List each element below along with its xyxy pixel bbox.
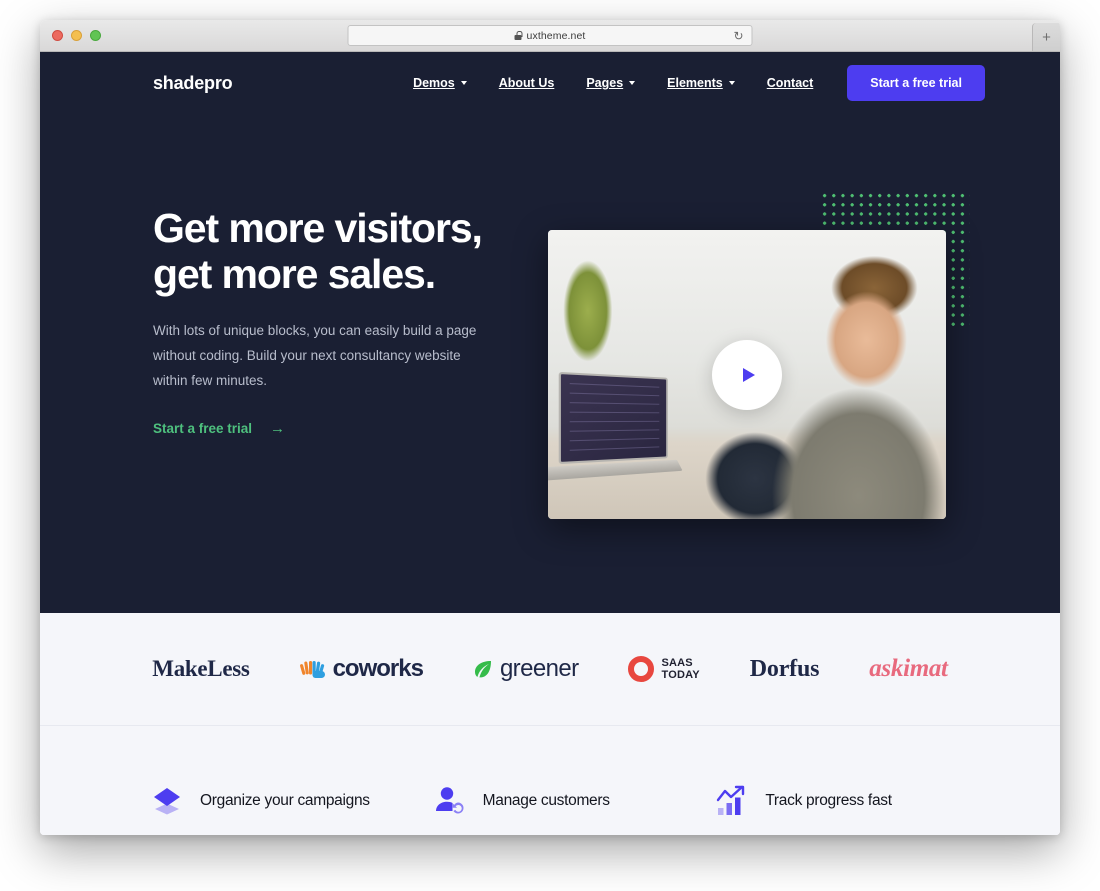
site-navbar: shadepro Demos About Us Pages Elements C… xyxy=(40,52,1060,114)
nav-item-label: Demos xyxy=(413,76,455,90)
feature-text: With lots of unique blocks, you can easi… xyxy=(200,834,385,835)
logo-greener: greener xyxy=(473,655,579,683)
feature-header: Manage customers xyxy=(433,784,668,818)
logo-label: Dorfus xyxy=(749,655,820,682)
zoom-button[interactable] xyxy=(90,30,101,41)
feature-header: Organize your campaigns xyxy=(150,784,385,818)
ring-icon xyxy=(628,656,655,682)
page-title: Get more visitors, get more sales. xyxy=(153,205,483,297)
logo-label: greener xyxy=(499,655,579,682)
nav-item-label: Pages xyxy=(586,76,624,90)
logo-coworks: coworks xyxy=(299,655,424,683)
logo-label-line2: TODAY xyxy=(661,669,700,681)
nav-links: Demos About Us Pages Elements Contact St… xyxy=(397,65,1060,101)
brand-logo[interactable]: shadepro xyxy=(153,73,233,94)
hero-media xyxy=(548,191,970,519)
hero-video-thumbnail[interactable] xyxy=(548,230,946,519)
feature-card-manage-customers: Manage customers With lots of unique blo… xyxy=(433,784,668,835)
new-tab-button[interactable]: + xyxy=(1032,23,1060,51)
feature-title: Manage customers xyxy=(482,792,610,809)
hero-start-free-trial-link[interactable]: Start a free trial → xyxy=(153,421,285,436)
logo-label: coworks xyxy=(332,655,424,682)
hero-link-label: Start a free trial xyxy=(153,420,253,436)
browser-chrome-bar: uxtheme.net ↻ + xyxy=(40,20,1060,52)
feature-title: Track progress fast xyxy=(765,792,892,809)
hero-subtext: With lots of unique blocks, you can easi… xyxy=(153,322,477,388)
nav-item-label: Contact xyxy=(766,76,814,90)
reload-icon[interactable]: ↻ xyxy=(733,30,743,43)
nav-item-contact[interactable]: Contact xyxy=(751,76,830,90)
close-button[interactable] xyxy=(52,30,63,41)
layers-diamond-icon xyxy=(154,788,180,815)
logo-label: askimat xyxy=(869,655,948,682)
laptop-illustration xyxy=(558,371,668,465)
hero-text-column: Get more visitors, get more sales. With … xyxy=(153,192,533,438)
feature-card-organize-campaigns: Organize your campaigns With lots of uni… xyxy=(150,784,385,835)
feature-header: Track progress fast xyxy=(715,784,950,818)
user-refresh-icon xyxy=(435,787,464,814)
logo-askimat: askimat xyxy=(869,655,948,683)
logo-saas-today: SAAS TODAY xyxy=(628,656,700,682)
hero-section: shadepro Demos About Us Pages Elements C… xyxy=(40,52,1060,613)
nav-item-label: Elements xyxy=(667,76,723,90)
chevron-down-icon xyxy=(728,81,735,85)
feature-text: With lots of unique blocks, you can easi… xyxy=(765,834,950,835)
lock-icon xyxy=(514,31,523,40)
page-viewport: shadepro Demos About Us Pages Elements C… xyxy=(40,52,1060,835)
browser-window: uxtheme.net ↻ + shadepro Demos About Us xyxy=(40,20,1060,835)
logo-dorfus: Dorfus xyxy=(749,655,820,683)
nav-item-elements[interactable]: Elements xyxy=(651,76,751,90)
window-controls xyxy=(52,30,101,41)
logo-makeless: MakeLess xyxy=(152,656,250,682)
logo-label-line1: SAAS xyxy=(661,656,693,669)
minimize-button[interactable] xyxy=(71,30,82,41)
chevron-down-icon xyxy=(460,81,467,85)
start-free-trial-button[interactable]: Start a free trial xyxy=(847,65,985,101)
logo-label: SAAS TODAY xyxy=(661,657,699,682)
url-text: uxtheme.net xyxy=(526,29,586,42)
nav-item-demos[interactable]: Demos xyxy=(397,76,483,90)
nav-item-pages[interactable]: Pages xyxy=(570,76,651,90)
feature-text: With lots of unique blocks, you can easi… xyxy=(483,834,668,835)
growth-chart-icon xyxy=(717,785,745,815)
play-button[interactable] xyxy=(712,339,782,410)
logo-label: MakeLess xyxy=(152,656,250,681)
feature-title: Organize your campaigns xyxy=(200,792,370,809)
arrow-right-icon: → xyxy=(270,419,286,437)
address-bar[interactable]: uxtheme.net ↻ xyxy=(347,25,753,46)
nav-item-about-us[interactable]: About Us xyxy=(483,76,571,90)
feature-card-track-progress: Track progress fast With lots of unique … xyxy=(715,784,950,835)
features-section: Organize your campaigns With lots of uni… xyxy=(40,726,1060,835)
client-logos-section: MakeLess coworks greener SAAS TODAY Dorf… xyxy=(40,613,1060,726)
play-icon xyxy=(743,367,755,382)
laptop-screen-lines xyxy=(569,383,660,453)
chevron-down-icon xyxy=(629,81,636,85)
leaf-icon xyxy=(474,661,491,678)
nav-item-label: About Us xyxy=(498,76,555,90)
hands-icon xyxy=(299,661,325,678)
